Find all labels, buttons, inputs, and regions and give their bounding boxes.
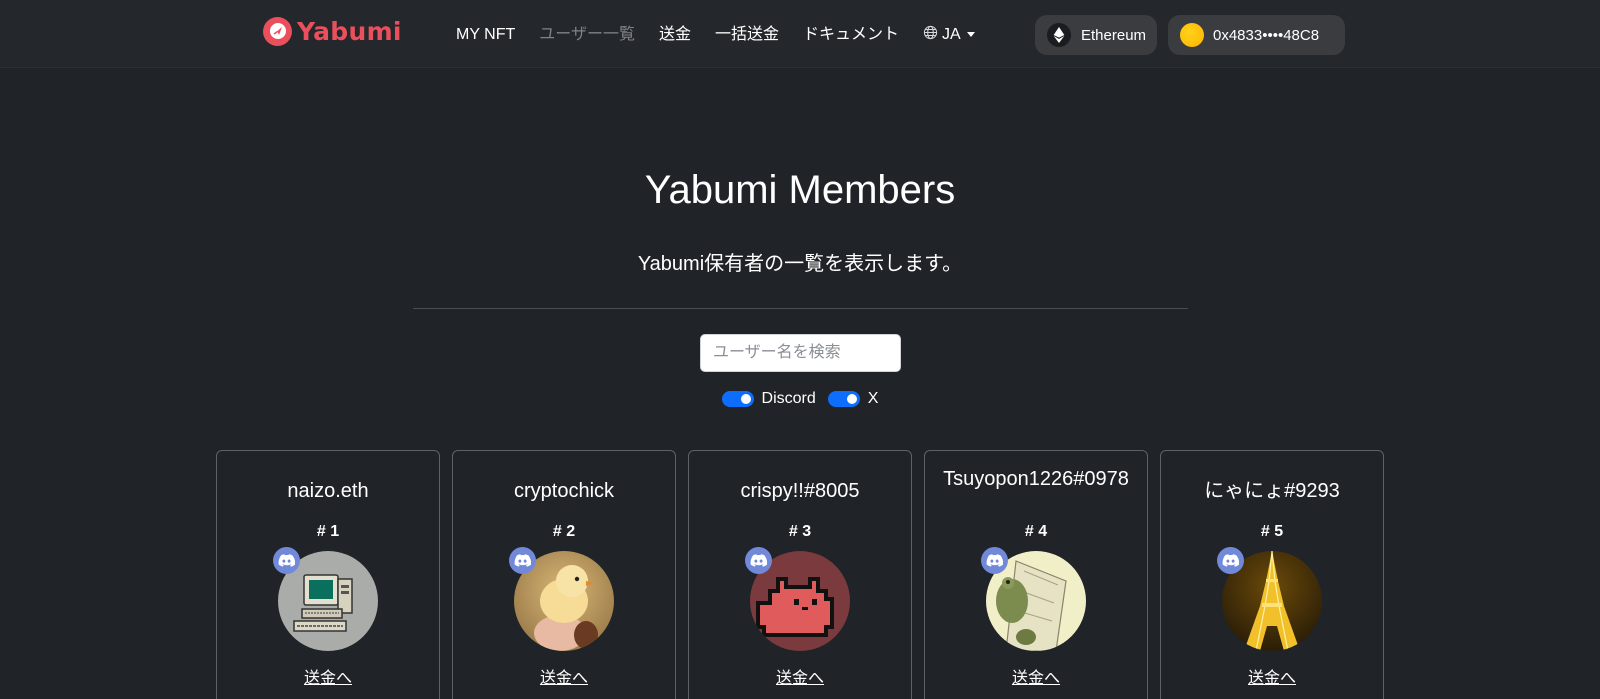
divider [413,308,1188,309]
wallet-button[interactable]: 0x4833••••48C8 [1168,15,1345,55]
send-link[interactable]: 送金へ [925,664,1147,688]
discord-filter-label: Discord [761,390,816,407]
nav-send[interactable]: 送金 [659,22,691,48]
member-card: Tsuyopon1226#0978 # 4 送金へ [924,450,1148,699]
member-card: crispy!!#8005 # 3 送金へ [688,450,912,699]
nav-user-list[interactable]: ユーザー一覧 [539,22,635,48]
main-nav: MY NFT ユーザー一覧 送金 一括送金 ドキュメント JA [456,22,975,48]
language-dropdown[interactable]: JA [923,25,975,45]
member-card: にゃにょ#9293 # 5 送金へ [1160,450,1384,699]
language-label: JA [942,26,961,43]
discord-filter[interactable]: Discord [721,390,816,408]
x-filter[interactable]: X [827,390,879,408]
send-link[interactable]: 送金へ [1161,664,1383,688]
send-link[interactable]: 送金へ [689,664,911,688]
brand-logo-link[interactable]: Yabumi [263,16,402,46]
member-card-grid: naizo.eth # 1 送金へ cryptochick # 2 送金へ cr… [216,450,1386,699]
page-title: Yabumi Members [644,168,956,212]
member-name: cryptochick [513,480,615,502]
member-name: crispy!!#8005 [740,480,860,502]
member-number: # 2 [552,523,576,540]
nav-bulk-send[interactable]: 一括送金 [715,22,779,48]
member-number: # 4 [1024,523,1048,540]
member-name: にゃにょ#9293 [1204,480,1340,502]
brand-name: Yabumi [297,16,402,46]
member-number: # 3 [788,523,812,540]
discord-icon[interactable] [1217,547,1244,574]
discord-toggle-switch[interactable] [721,391,754,407]
x-toggle-switch[interactable] [827,391,860,407]
discord-icon[interactable] [745,547,772,574]
member-name: naizo.eth [287,480,369,502]
social-filters: Discord X [0,390,1600,408]
user-search-input[interactable] [700,334,901,372]
chevron-down-icon [966,31,975,37]
wallet-address: 0x4833••••48C8 [1213,26,1320,44]
send-link[interactable]: 送金へ [217,664,439,688]
wallet-avatar-icon [1180,23,1204,47]
x-filter-label: X [867,390,879,407]
member-card: cryptochick # 2 送金へ [452,450,676,699]
yabumi-logo-icon [263,16,292,46]
top-navbar: Yabumi MY NFT ユーザー一覧 送金 一括送金 ドキュメント JA E… [0,0,1600,68]
network-label: Ethereum [1081,26,1147,44]
member-card: naizo.eth # 1 送金へ [216,450,440,699]
globe-icon [923,25,938,45]
nav-documents[interactable]: ドキュメント [803,22,899,48]
discord-icon[interactable] [509,547,536,574]
send-link[interactable]: 送金へ [453,664,675,688]
member-number: # 1 [316,523,340,540]
member-number: # 5 [1260,523,1284,540]
ethereum-icon [1047,23,1071,47]
discord-icon[interactable] [273,547,300,574]
member-name: Tsuyopon1226#0978 [943,468,1129,490]
network-button[interactable]: Ethereum [1035,15,1157,55]
nav-my-nft[interactable]: MY NFT [456,22,515,48]
page-subtitle: Yabumi保有者の一覧を表示します。 [637,253,963,275]
discord-icon[interactable] [981,547,1008,574]
